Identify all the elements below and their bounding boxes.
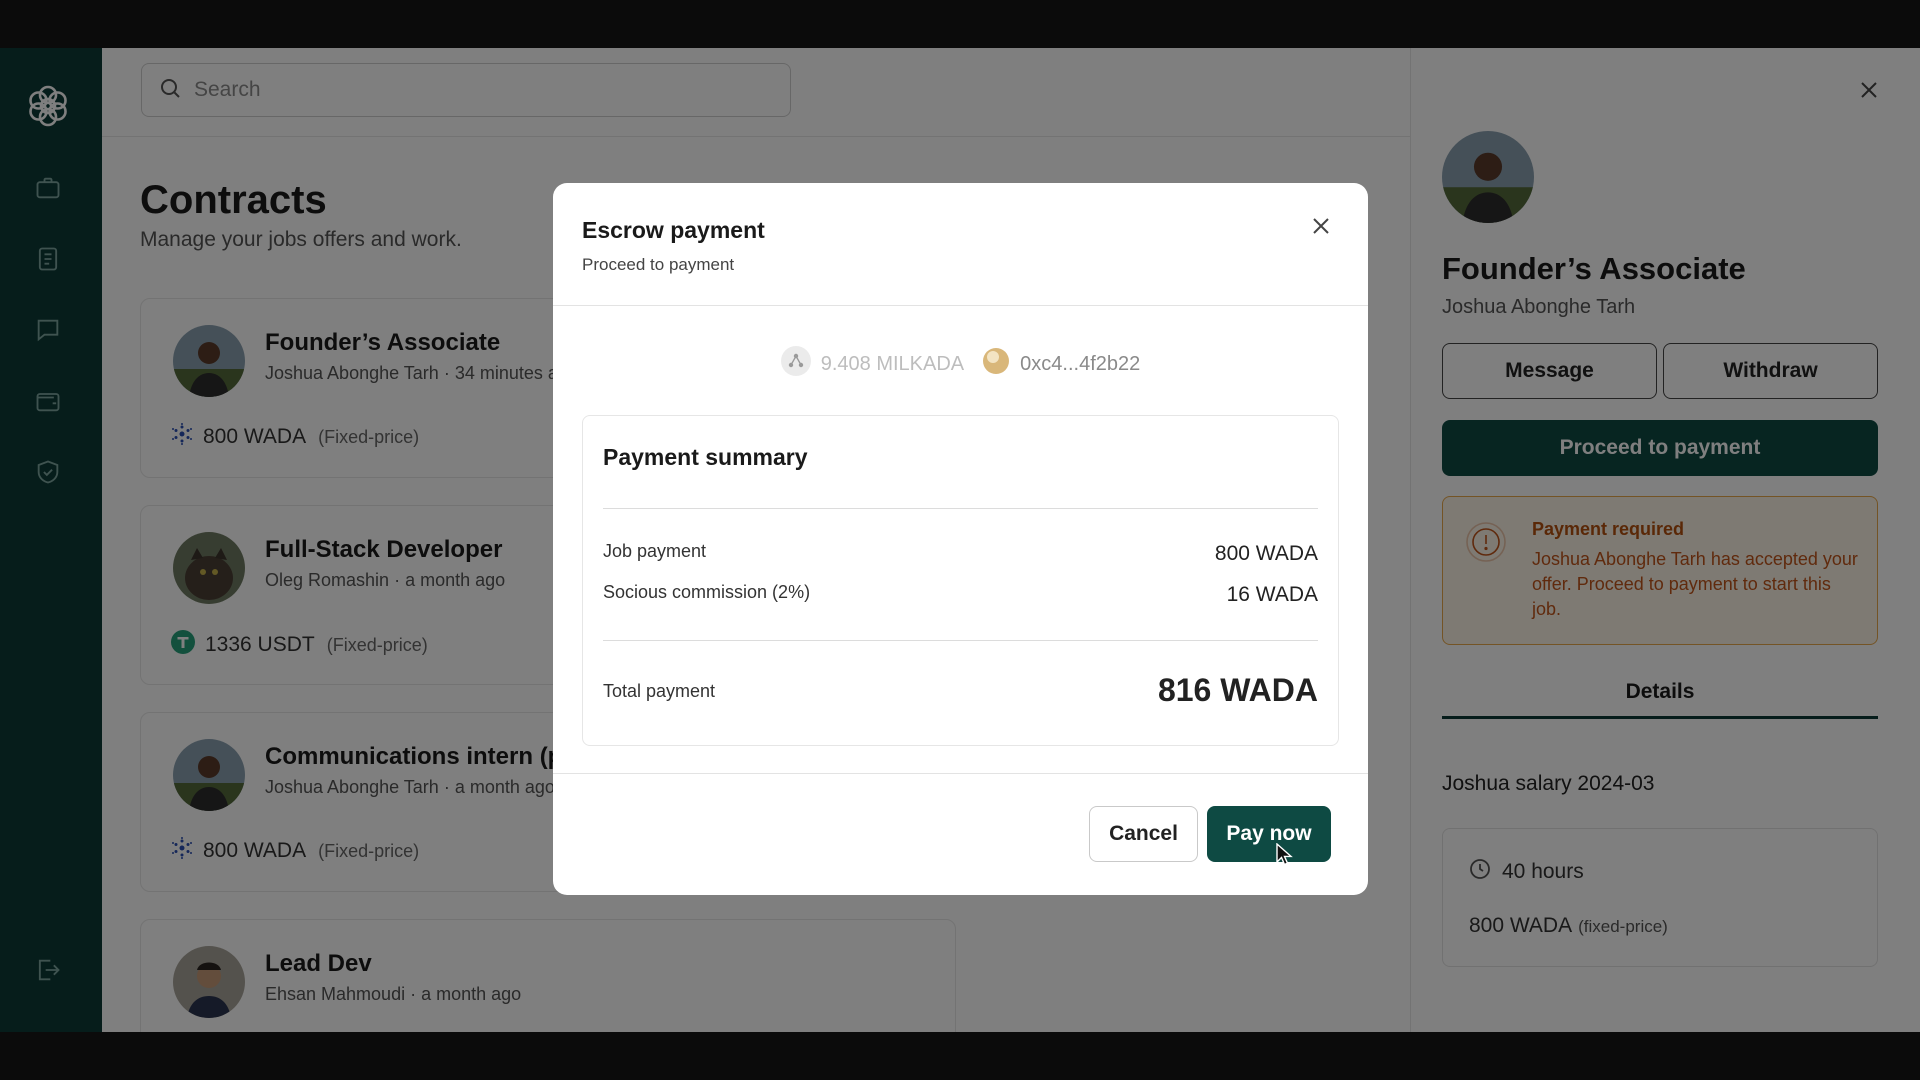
job-payment-label: Job payment — [603, 541, 707, 561]
wallet-address[interactable]: 0xc4...4f2b22 — [982, 347, 1140, 381]
mouse-cursor-icon — [1276, 842, 1294, 872]
close-icon[interactable] — [1309, 214, 1333, 243]
summary-divider — [603, 508, 1318, 509]
summary-heading: Payment summary — [603, 444, 808, 470]
wallet-avatar-icon — [982, 347, 1010, 381]
summary-divider — [603, 640, 1318, 641]
balance-value: 9.408 MILKADA — [820, 352, 965, 375]
escrow-payment-modal: Escrow payment Proceed to payment 9.408 … — [553, 183, 1368, 895]
modal-header-divider — [553, 305, 1368, 306]
modal-subtitle: Proceed to payment — [582, 255, 735, 274]
modal-footer-divider — [553, 773, 1368, 774]
job-payment-value: 800 WADA — [1214, 542, 1318, 565]
app-window: Contracts Manage your jobs offers and wo… — [0, 48, 1920, 1032]
total-payment-value: 816 WADA — [1157, 672, 1318, 708]
token-icon — [780, 346, 811, 382]
total-payment-label: Total payment — [603, 681, 716, 701]
commission-value: 16 WADA — [1226, 583, 1318, 606]
cancel-button[interactable]: Cancel — [1089, 806, 1198, 862]
commission-label: Socious commission (2%) — [603, 582, 811, 602]
payment-summary-card: Payment summary Job payment 800 WADA Soc… — [582, 415, 1339, 746]
pay-now-button[interactable]: Pay now — [1207, 806, 1331, 862]
address-value: 0xc4...4f2b22 — [1020, 352, 1141, 375]
wallet-balance: 9.408 MILKADA — [780, 346, 965, 382]
wallet-info: 9.408 MILKADA 0xc4...4f2b22 — [553, 346, 1368, 382]
modal-title: Escrow payment — [582, 217, 765, 243]
